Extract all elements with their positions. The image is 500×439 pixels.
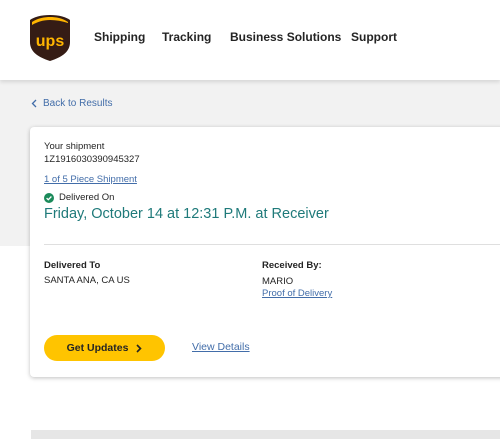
delivered-to-value: SANTA ANA, CA US [44,275,130,286]
logo-text: ups [36,33,65,50]
piece-shipment-link[interactable]: 1 of 5 Piece Shipment [44,174,137,185]
delivery-status: Delivered On [44,192,114,203]
get-updates-label: Get Updates [66,342,129,354]
status-label: Delivered On [59,192,115,203]
view-details-link[interactable]: View Details [192,341,250,353]
card-divider [44,244,500,245]
shipment-card: Your shipment 1Z1916030390945327 1 of 5 … [30,127,500,377]
back-to-results-link[interactable]: Back to Results [31,98,112,109]
back-link-label: Back to Results [43,98,113,109]
chevron-left-icon [31,99,37,108]
shipment-heading: Your shipment [44,141,105,152]
next-section-edge [31,430,500,439]
chevron-right-icon [136,343,143,353]
check-circle-icon [44,192,54,203]
proof-of-delivery-link[interactable]: Proof of Delivery [262,288,332,299]
nav-business-solutions[interactable]: Business Solutions [230,30,341,44]
site-header: ups Shipping Tracking Business Solutions… [0,0,500,80]
ups-logo[interactable]: ups [29,14,71,62]
delivered-to-label: Delivered To [44,260,101,271]
nav-shipping[interactable]: Shipping [94,30,145,44]
nav-support[interactable]: Support [351,30,397,44]
delivery-date: Friday, October 14 at 12:31 P.M. at Rece… [44,206,329,222]
received-by-label: Received By: [262,260,322,271]
tracking-number: 1Z1916030390945327 [44,154,140,165]
get-updates-button[interactable]: Get Updates [44,335,165,361]
received-by-value: MARIO [262,276,294,287]
nav-tracking[interactable]: Tracking [162,30,211,44]
